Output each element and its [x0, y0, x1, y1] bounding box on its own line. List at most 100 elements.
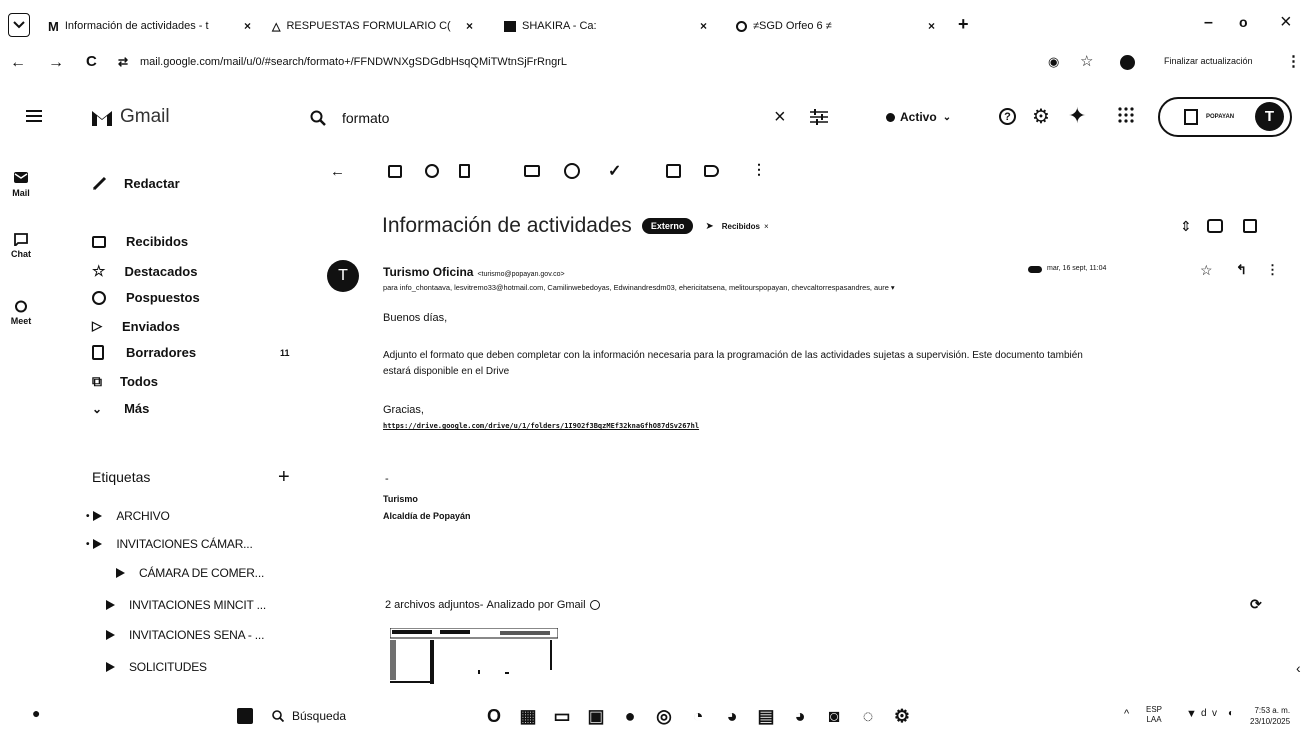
battery-icon[interactable]: v: [1212, 708, 1217, 719]
profile-alert-icon[interactable]: [1120, 55, 1135, 70]
sender-name[interactable]: Turismo Oficina: [383, 265, 473, 279]
files-icon[interactable]: ▭: [552, 706, 572, 726]
archive-icon[interactable]: [388, 165, 402, 178]
open-new-window-icon[interactable]: [1243, 219, 1257, 233]
back-arrow-icon[interactable]: ←: [10, 54, 26, 72]
outlook-icon[interactable]: ▣: [586, 706, 606, 726]
report-spam-icon[interactable]: [425, 164, 439, 178]
url-field[interactable]: mail.google.com/mail/u/0/#search/formato…: [140, 56, 567, 68]
shield-icon[interactable]: ◙: [824, 706, 844, 726]
folder-chip-close-icon[interactable]: ×: [764, 222, 769, 231]
gemini-sparkle-icon[interactable]: ✦: [1068, 103, 1086, 129]
taskbar-search[interactable]: Búsqueda: [272, 709, 346, 723]
nav-item-todos[interactable]: ⧉ Todos: [92, 373, 292, 390]
close-icon[interactable]: ×: [244, 19, 251, 33]
attachment-thumbnail[interactable]: [390, 628, 558, 684]
search-input[interactable]: formato: [342, 110, 389, 126]
opera-icon[interactable]: O: [484, 706, 504, 726]
label-camara-comercio[interactable]: CÁMARA DE COMER...: [116, 566, 264, 580]
recipients-line[interactable]: para info_chontaava, lesvitremo33@hotmai…: [383, 283, 1203, 292]
add-all-to-drive-icon[interactable]: ⟳: [1250, 596, 1262, 613]
language-indicator[interactable]: ESP LAA: [1146, 705, 1162, 725]
photo-icon[interactable]: ●: [620, 706, 640, 726]
label-archivo[interactable]: • ARCHIVO: [86, 509, 170, 523]
bookmark-star-icon[interactable]: ☆: [1080, 52, 1093, 70]
snooze-icon[interactable]: [564, 163, 580, 179]
apps-grid-icon[interactable]: [1118, 107, 1134, 123]
tab-search-button[interactable]: [8, 13, 30, 37]
status-selector[interactable]: Activo ⌄: [886, 110, 951, 124]
new-tab-button[interactable]: +: [958, 14, 969, 35]
main-menu-icon[interactable]: [26, 110, 42, 122]
update-button[interactable]: Finalizar actualización: [1164, 56, 1253, 66]
clock[interactable]: 7:53 a. m. 23/10/2025: [1250, 705, 1290, 727]
label-as-icon[interactable]: [704, 165, 719, 177]
add-task-icon[interactable]: ✓: [608, 161, 621, 181]
label-invitaciones-camara[interactable]: • INVITACIONES CÁMAR...: [86, 537, 253, 551]
wifi-icon[interactable]: ▼: [1186, 708, 1197, 720]
reply-icon[interactable]: ↰: [1236, 262, 1247, 278]
nav-item-enviados[interactable]: ▷ Enviados: [92, 318, 292, 334]
compose-button[interactable]: Redactar: [92, 175, 180, 191]
reload-icon[interactable]: C: [86, 53, 97, 70]
chrome-alt-icon[interactable]: ◕: [790, 706, 810, 726]
info-icon[interactable]: [589, 600, 600, 610]
edge-icon[interactable]: ◌: [858, 706, 878, 726]
spotify-icon[interactable]: ◎: [654, 706, 674, 726]
nav-item-recibidos[interactable]: Recibidos: [92, 234, 292, 249]
chrome-profile-icon[interactable]: ◕: [722, 706, 742, 726]
star-message-icon[interactable]: ☆: [1200, 262, 1213, 279]
search-icon[interactable]: [310, 110, 326, 126]
window-close-button[interactable]: ×: [1280, 11, 1292, 34]
chrome-icon[interactable]: ◔: [688, 706, 708, 726]
move-to-icon[interactable]: [666, 164, 681, 178]
tray-chevron-icon[interactable]: ^: [1124, 708, 1129, 720]
print-icon[interactable]: [1207, 219, 1223, 233]
settings-gear-icon[interactable]: ⚙: [1032, 104, 1050, 129]
gmail-logo[interactable]: Gmail: [90, 106, 170, 128]
message-more-icon[interactable]: ⋮: [1266, 262, 1279, 278]
rail-meet[interactable]: Meet: [6, 300, 36, 326]
search-options-icon[interactable]: [810, 109, 828, 125]
clear-search-icon[interactable]: ×: [774, 106, 786, 129]
forward-arrow-icon[interactable]: →: [48, 54, 64, 72]
close-icon[interactable]: ×: [928, 19, 935, 33]
settings-icon[interactable]: ⚙: [892, 706, 912, 726]
tab-youtube[interactable]: SHAKIRA - Ca: ×: [500, 14, 714, 38]
start-button[interactable]: [237, 708, 253, 724]
scrollbar-right[interactable]: ‹: [1296, 660, 1301, 676]
word-icon[interactable]: ▤: [756, 706, 776, 726]
minimize-button[interactable]: –: [1204, 14, 1213, 32]
help-icon[interactable]: ?: [999, 108, 1016, 125]
back-to-list-icon[interactable]: ←: [330, 163, 345, 180]
folder-chip[interactable]: Recibidos: [722, 222, 760, 231]
browser-menu-icon[interactable]: ⋮: [1286, 52, 1301, 70]
label-solicitudes[interactable]: SOLICITUDES: [106, 660, 207, 674]
account-chip[interactable]: POPAYAN T: [1158, 97, 1292, 137]
label-invitaciones-sena[interactable]: INVITACIONES SENA - ...: [106, 628, 264, 642]
maximize-button[interactable]: o: [1239, 14, 1248, 30]
drive-link[interactable]: https://drive.google.com/drive/u/1/folde…: [383, 422, 699, 430]
important-marker-icon[interactable]: ➤: [705, 221, 713, 232]
label-invitaciones-mincit[interactable]: INVITACIONES MINCIT ...: [106, 598, 266, 612]
close-icon[interactable]: ×: [466, 19, 473, 33]
nav-item-mas[interactable]: ⌄ Más: [92, 401, 292, 416]
nav-item-destacados[interactable]: ☆ Destacados: [92, 262, 292, 280]
nav-item-borradores[interactable]: Borradores 11: [92, 345, 292, 360]
weather-icon[interactable]: ●: [32, 705, 40, 721]
mark-unread-icon[interactable]: [524, 165, 540, 177]
eye-icon[interactable]: ◉: [1048, 54, 1059, 70]
sender-avatar[interactable]: T: [327, 260, 359, 292]
delete-icon[interactable]: [459, 164, 470, 178]
close-icon[interactable]: ×: [700, 19, 707, 33]
tab-gmail[interactable]: M Información de actividades - t ×: [34, 14, 260, 38]
tab-respuestas[interactable]: △ RESPUESTAS FORMULARIO C( ×: [268, 14, 488, 38]
add-label-button[interactable]: +: [278, 466, 290, 489]
nav-item-pospuestos[interactable]: Pospuestos: [92, 290, 292, 305]
rail-mail[interactable]: Mail: [6, 172, 36, 198]
expand-all-icon[interactable]: ⇕: [1180, 218, 1192, 235]
volume-icon[interactable]: d: [1201, 708, 1207, 719]
notification-icon[interactable]: ◐: [1228, 708, 1234, 719]
avatar[interactable]: T: [1255, 102, 1284, 131]
site-info-icon[interactable]: ⇄: [118, 55, 128, 69]
